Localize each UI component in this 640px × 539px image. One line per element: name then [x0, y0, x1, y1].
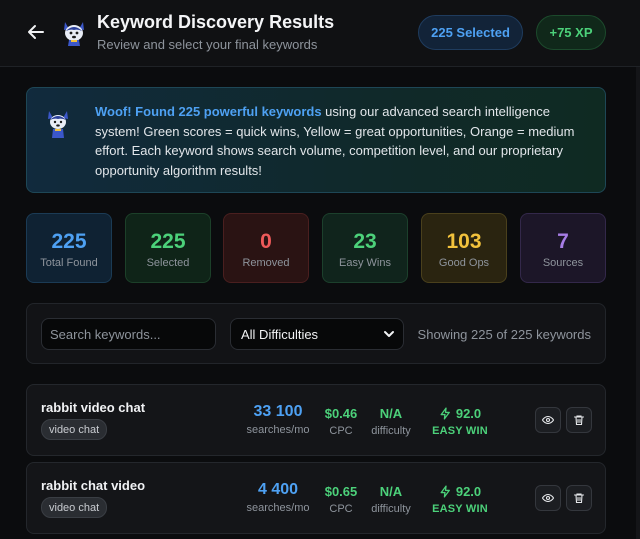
stat-value: 7	[557, 230, 569, 253]
banner-highlight: Woof! Found 225 powerful keywords	[95, 104, 322, 119]
difficulty-value: N/A	[379, 406, 403, 421]
difficulty-select-value: All Difficulties	[241, 326, 319, 342]
stat-label: Good Ops	[438, 257, 490, 269]
stat-label: Sources	[542, 257, 584, 269]
cpc-value: $0.46	[324, 406, 358, 421]
search-input[interactable]	[41, 318, 216, 350]
opportunity-score-label: EASY WIN	[432, 503, 488, 515]
keyword-tag: video chat	[41, 419, 108, 440]
banner-text: Woof! Found 225 powerful keywords using …	[95, 102, 595, 180]
page-header: Keyword Discovery Results Review and sel…	[0, 0, 640, 67]
keyword-tag: video chat	[41, 497, 108, 518]
cpc: $0.46 CPC	[317, 406, 365, 437]
opportunity-score: 92.0 EASY WIN	[425, 406, 495, 437]
opportunity-score: 92.0 EASY WIN	[425, 484, 495, 515]
scrollbar-track[interactable]	[636, 67, 640, 539]
page-subtitle: Review and select your final keywords	[97, 37, 318, 52]
search-volume-value: 33 100	[253, 403, 303, 420]
search-volume-label: searches/mo	[246, 424, 310, 436]
filter-bar: All Difficulties Showing 225 of 225 keyw…	[26, 303, 606, 364]
keyword-card: rabbit video chat video chat 33 100 sear…	[26, 384, 606, 456]
stat-sources: 7 Sources	[520, 213, 606, 283]
stat-label: Selected	[146, 257, 190, 269]
difficulty-select[interactable]: All Difficulties	[230, 318, 404, 350]
stat-value: 225	[51, 230, 87, 253]
stat-label: Removed	[242, 257, 290, 269]
lightning-icon	[440, 407, 450, 420]
keyword-text: rabbit video chat	[41, 400, 146, 415]
info-banner: Woof! Found 225 powerful keywords using …	[26, 87, 606, 193]
stat-label: Easy Wins	[339, 257, 391, 269]
xp-badge: +75 XP	[536, 15, 606, 50]
opportunity-score-value: 92.0	[455, 406, 482, 421]
keyword-text: rabbit chat video	[41, 478, 146, 493]
trash-icon	[573, 415, 585, 426]
stat-label: Total Found	[40, 257, 98, 269]
difficulty-value: N/A	[379, 484, 403, 499]
search-volume: 33 100 searches/mo	[233, 403, 323, 436]
stat-easy-wins: 23 Easy Wins	[322, 213, 408, 283]
eye-icon	[542, 493, 554, 503]
chevron-down-icon	[384, 331, 394, 337]
difficulty-label: difficulty	[371, 425, 411, 437]
search-volume: 4 400 searches/mo	[233, 481, 323, 514]
stat-value: 0	[260, 230, 272, 253]
results-count: Showing 225 of 225 keywords	[417, 327, 591, 342]
opportunity-score-label: EASY WIN	[432, 425, 488, 437]
stat-selected: 225 Selected	[125, 213, 211, 283]
difficulty: N/A difficulty	[367, 484, 415, 515]
delete-button[interactable]	[566, 407, 592, 433]
husky-mascot-icon	[48, 111, 68, 138]
lightning-icon	[440, 485, 450, 498]
cpc-label: CPC	[329, 425, 353, 437]
cpc-label: CPC	[329, 503, 353, 515]
selected-count-badge: 225 Selected	[418, 15, 523, 50]
delete-button[interactable]	[566, 485, 592, 511]
stat-good-ops: 103 Good Ops	[421, 213, 507, 283]
cpc-value: $0.65	[324, 484, 358, 499]
view-button[interactable]	[535, 407, 561, 433]
stat-value: 23	[353, 230, 377, 253]
page-title: Keyword Discovery Results	[97, 12, 335, 32]
stat-removed: 0 Removed	[223, 213, 309, 283]
keyword-card: rabbit chat video video chat 4 400 searc…	[26, 462, 606, 534]
view-button[interactable]	[535, 485, 561, 511]
search-volume-label: searches/mo	[246, 502, 310, 514]
opportunity-score-value: 92.0	[455, 484, 482, 499]
stat-value: 225	[150, 230, 186, 253]
cpc: $0.65 CPC	[317, 484, 365, 515]
search-volume-value: 4 400	[257, 481, 299, 498]
difficulty: N/A difficulty	[367, 406, 415, 437]
husky-mascot-icon	[64, 22, 84, 46]
trash-icon	[573, 493, 585, 504]
arrow-left-icon[interactable]	[24, 20, 48, 44]
stat-total-found: 225 Total Found	[26, 213, 112, 283]
difficulty-label: difficulty	[371, 503, 411, 515]
stat-value: 103	[446, 230, 482, 253]
eye-icon	[542, 415, 554, 425]
